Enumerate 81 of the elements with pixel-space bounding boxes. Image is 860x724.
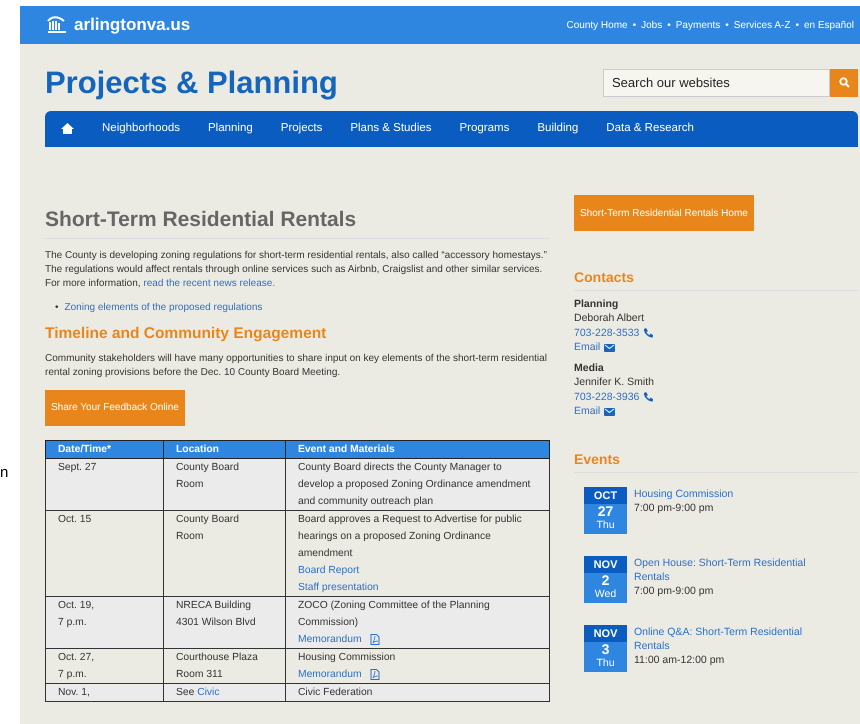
calendar-date: NOV 3 Thu xyxy=(584,624,627,672)
envelope-icon xyxy=(604,344,616,352)
calendar-date: OCT 27 Thu xyxy=(584,486,627,534)
table-cell: Oct. 27, 7 p.m. xyxy=(46,648,164,684)
phone-link[interactable]: 703-228-3936 xyxy=(574,390,640,404)
contact-group: Media xyxy=(574,360,858,376)
site-title: Projects & Planning xyxy=(45,64,338,102)
event-text: Housing Commission xyxy=(298,650,396,665)
search-button[interactable] xyxy=(830,68,858,96)
separator-dot: • xyxy=(667,18,671,32)
pdf-icon xyxy=(370,668,380,680)
event-text: Board approves a Request to Advertise for public hearings on a proposed Zoning Ordinance amendment xyxy=(298,512,523,561)
intro-paragraph: The County is developing zoning regulations for short-term residential rentals, also called “accessory homestays.” The regulations would affect rentals through online services such as Airbnb, Craigslist and other similar services. For more information, read the recent news release. xyxy=(45,249,548,292)
search-field[interactable]: Search our websites xyxy=(603,68,830,96)
top-link[interactable]: Payments xyxy=(676,18,720,32)
event-link[interactable]: Online Q&A: Short-Term Residential Rentals xyxy=(634,624,824,653)
envelope-icon xyxy=(604,408,616,416)
nav-link[interactable]: Planning xyxy=(194,120,267,138)
table-cell: Oct. 15 xyxy=(46,510,164,596)
material-link[interactable]: Staff presentation xyxy=(298,578,379,596)
nav-link[interactable]: Plans & Studies xyxy=(336,120,446,138)
contact-group: Planning xyxy=(574,296,858,312)
phone-icon xyxy=(643,328,654,338)
nav-link[interactable]: Neighborhoods xyxy=(88,120,194,138)
table-cell: Nov. 1, xyxy=(46,683,164,702)
table-cell: County Board Room xyxy=(164,458,286,510)
logo-icon xyxy=(46,16,68,34)
nav-link[interactable]: Building xyxy=(523,120,592,138)
logo-text[interactable]: arlingtonva.us xyxy=(74,12,190,38)
events-heading: Events xyxy=(574,450,858,473)
column-header: Event and Materials xyxy=(286,440,550,458)
bullet-mark: • xyxy=(55,301,59,316)
column-header: Location xyxy=(164,440,286,458)
text-fragment: n xyxy=(0,463,8,483)
separator-dot: • xyxy=(795,18,799,32)
table-cell: Sept. 27 xyxy=(46,458,164,510)
contact-name: Deborah Albert xyxy=(574,311,646,326)
column-header: Date/Time* xyxy=(46,440,164,458)
event-text: ZOCO (Zoning Committee of the Planning Commission) xyxy=(298,598,491,630)
contacts-heading: Contacts xyxy=(574,269,858,291)
email-link[interactable]: Email xyxy=(574,340,600,355)
table-cell: Oct. 19, 7 p.m. xyxy=(46,596,164,648)
table-cell: NRECA Building 4301 Wilson Blvd xyxy=(164,596,286,648)
phone-link[interactable]: 703-228-3533 xyxy=(574,326,640,340)
event-text: County Board directs the County Manager to develop a proposed Zoning Ordinance amendment and community outreach plan xyxy=(298,460,532,509)
top-link[interactable]: en Español xyxy=(804,18,854,32)
nav-link[interactable]: Programs xyxy=(446,120,524,138)
event-link[interactable]: Open House: Short-Term Residential Rentals xyxy=(634,556,824,584)
event-time: 7:00 pm-9:00 pm xyxy=(634,584,714,598)
page-heading: Short-Term Residential Rentals xyxy=(45,207,550,240)
email-link[interactable]: Email xyxy=(574,404,600,419)
top-link[interactable]: County Home xyxy=(566,18,628,32)
top-link[interactable]: Jobs xyxy=(641,18,662,32)
nav-link[interactable]: Data & Research xyxy=(592,120,708,138)
material-link[interactable]: Memorandum xyxy=(298,630,362,648)
material-link[interactable]: Memorandum xyxy=(298,666,362,683)
home-icon xyxy=(61,122,74,134)
event-link[interactable]: Housing Commission xyxy=(634,486,734,501)
table-cell: See Civic xyxy=(164,683,286,702)
event-time: 7:00 pm-9:00 pm xyxy=(634,500,714,515)
contact-name: Jennifer K. Smith xyxy=(574,375,655,390)
nav-link[interactable]: Projects xyxy=(266,120,336,138)
separator-dot: • xyxy=(632,18,636,32)
pdf-icon xyxy=(370,634,380,645)
feedback-button[interactable]: Share Your Feedback Online xyxy=(45,390,185,426)
section-heading: Timeline and Community Engagement xyxy=(45,325,328,344)
material-link[interactable]: Board Report xyxy=(298,562,360,579)
table-cell: County Board Room xyxy=(164,510,286,596)
civic-link[interactable]: Civic xyxy=(197,686,220,698)
regulations-link[interactable]: Zoning elements of the proposed regulations xyxy=(64,301,262,316)
rentals-home-button[interactable]: Short-Term Residential Rentals Home xyxy=(574,195,754,231)
separator-dot: • xyxy=(725,18,729,32)
calendar-date: NOV 2 Wed xyxy=(584,556,627,603)
top-link[interactable]: Services A-Z xyxy=(734,18,790,32)
event-text: Civic Federation xyxy=(298,686,374,700)
section-paragraph: Community stakeholders will have many opportunities to share input on key elements of the short-term residential rental zoning provisions before the Dec. 10 County Board Meeting. xyxy=(45,352,548,380)
news-release-link[interactable]: read the recent news release. xyxy=(143,278,276,290)
phone-icon xyxy=(643,392,654,402)
table-cell: Courthouse Plaza Room 311 xyxy=(164,648,286,684)
event-time: 11:00 am-12:00 pm xyxy=(634,652,726,667)
search-icon xyxy=(838,77,850,88)
